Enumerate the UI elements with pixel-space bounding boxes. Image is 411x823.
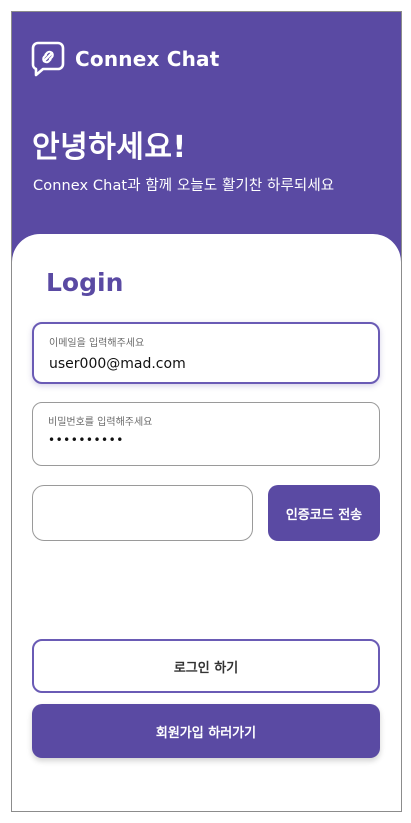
brand-name: Connex Chat bbox=[75, 47, 220, 71]
signup-button[interactable]: 회원가입 하러가기 bbox=[32, 704, 380, 758]
auth-code-input[interactable] bbox=[32, 485, 253, 541]
login-title: Login bbox=[46, 268, 124, 297]
email-field[interactable]: 이메일을 입력해주세요 bbox=[32, 322, 380, 384]
greeting-subtitle: Connex Chat과 함께 오늘도 활기찬 하루되세요 bbox=[33, 178, 335, 194]
password-input[interactable]: •••••••••• bbox=[48, 433, 358, 447]
app-frame: Connex Chat 안녕하세요! Connex Chat과 함께 오늘도 활… bbox=[11, 11, 402, 812]
password-label: 비밀번호를 입력해주세요 bbox=[48, 417, 153, 428]
greeting-title: 안녕하세요! bbox=[32, 130, 187, 165]
login-button[interactable]: 로그인 하기 bbox=[32, 639, 380, 693]
password-field[interactable]: 비밀번호를 입력해주세요 •••••••••• bbox=[32, 402, 380, 466]
email-label: 이메일을 입력해주세요 bbox=[49, 338, 145, 349]
send-code-button[interactable]: 인증코드 전송 bbox=[268, 485, 380, 541]
brand: Connex Chat bbox=[31, 41, 220, 77]
email-input[interactable] bbox=[49, 356, 359, 372]
chat-link-icon bbox=[31, 41, 65, 77]
